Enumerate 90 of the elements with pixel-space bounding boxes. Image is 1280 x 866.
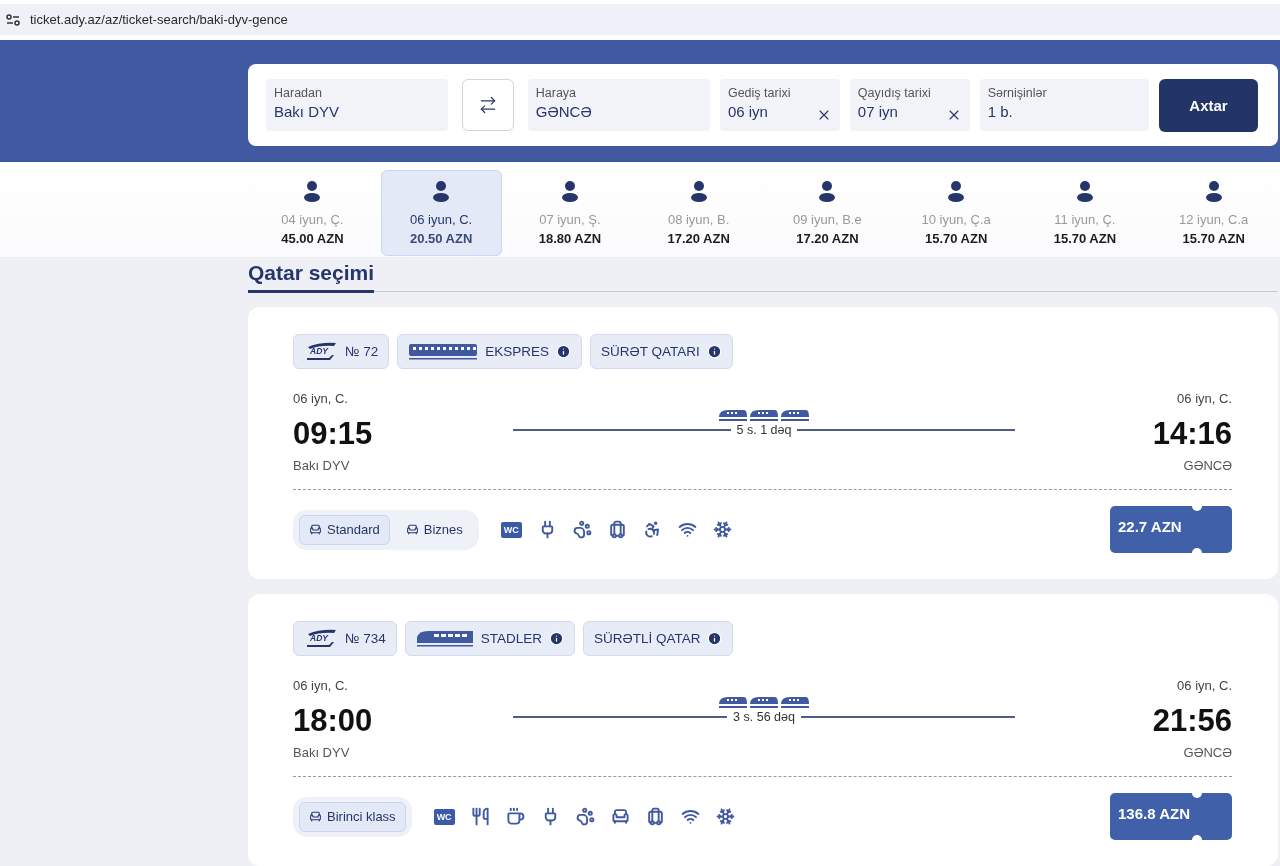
snowflake-icon (712, 520, 732, 539)
swap-button[interactable] (462, 79, 514, 131)
date-option[interactable]: 11 iyun, Ç. 15.70 AZN (1024, 170, 1146, 257)
departure-date: 06 iyn, C. (293, 678, 348, 693)
seat-icon (405, 523, 419, 536)
date-option[interactable]: 09 iyun, B.e 17.20 AZN (767, 170, 888, 257)
train-icon (719, 407, 809, 423)
arrival-station: GƏNCƏ (1183, 745, 1232, 760)
train-icon (415, 629, 474, 648)
info-icon[interactable] (549, 631, 565, 646)
date-option[interactable]: 08 iyun, B. 17.20 AZN (638, 170, 759, 257)
person-icon (561, 180, 578, 203)
duration-text: 3 s. 56 dəq (733, 710, 795, 724)
category-badge: SÜRƏTLİ QATAR (583, 621, 734, 656)
train-number-badge: ADY № 734 (293, 621, 397, 656)
paw-icon (572, 520, 592, 539)
luggage-icon (607, 520, 627, 539)
arrival-date: 06 iyn, C. (1177, 391, 1232, 406)
departure-time: 18:00 (293, 703, 373, 739)
departure-station: Bakı DYV (293, 745, 350, 760)
price-text: 18.80 AZN (538, 231, 602, 247)
price-text: 17.20 AZN (796, 231, 859, 247)
class-tab[interactable]: Biznes (395, 514, 473, 545)
wifi-icon (677, 520, 697, 539)
from-field[interactable]: Haradan Bakı DYV (266, 79, 449, 131)
info-icon[interactable] (556, 344, 572, 359)
train-type-badge: EKSPRES (397, 334, 583, 369)
date-option[interactable]: 10 iyun, Ç.a 15.70 AZN (895, 170, 1017, 257)
date-option[interactable]: 07 iyun, Ş. 18.80 AZN (509, 170, 631, 257)
departure-station: Bakı DYV (293, 458, 350, 473)
price-text: 17.20 AZN (667, 231, 730, 247)
train-number-badge: ADY № 72 (293, 334, 390, 369)
class-tab[interactable]: Birinci klass (299, 801, 406, 832)
arrival-time: 14:16 (1152, 416, 1232, 452)
wheelchair-icon (642, 520, 662, 539)
date-field[interactable]: Gediş tarixi 06 iyn (719, 79, 840, 131)
person-icon (690, 180, 707, 203)
train-icon (719, 694, 809, 710)
cup-icon (505, 807, 525, 826)
duration-text: 5 s. 1 dəq (736, 423, 792, 437)
arrival-station: GƏNCƏ (1183, 458, 1232, 473)
person-icon (948, 180, 965, 203)
date-text: 04 iyun, Ç. (281, 212, 344, 228)
date-option[interactable]: 06 iyun, C. 20.50 AZN (380, 170, 502, 257)
date-text: 12 iyun, C.a (1178, 212, 1249, 228)
price-text: 20.50 AZN (409, 231, 473, 247)
class-tab[interactable]: Standard (299, 514, 390, 545)
arrival-date: 06 iyn, C. (1177, 678, 1232, 693)
date-text: 07 iyun, Ş. (539, 212, 601, 228)
train-type-badge: STADLER (404, 621, 576, 656)
seat-icon (309, 810, 322, 823)
departure-time: 09:15 (293, 416, 373, 452)
luggage-icon (645, 807, 665, 826)
date-text: 09 iyun, B.e (793, 212, 862, 228)
info-icon[interactable] (706, 344, 722, 359)
category-badge: SÜRƏT QATARI (590, 334, 733, 369)
wifi-icon (680, 807, 700, 826)
passengers-field[interactable]: Sərnişinlər 1 b. (979, 79, 1149, 131)
url-text: ticket.ady.az/az/ticket-search/baki-dyv-gence (30, 12, 288, 27)
snowflake-icon (715, 807, 735, 826)
date-text: 08 iyun, B. (667, 212, 730, 228)
paw-icon (575, 807, 595, 826)
price-text: 45.00 AZN (281, 231, 344, 247)
seat-icon (610, 807, 630, 826)
date-text: 06 iyun, C. (410, 212, 473, 228)
cutlery-icon (470, 807, 490, 826)
price-text: 15.70 AZN (1182, 231, 1245, 247)
to-field[interactable]: Haraya GƏNCƏ (527, 79, 710, 131)
wc-icon: WC (500, 521, 522, 538)
date-field[interactable]: Qayıdış tarixi 07 iyn (849, 79, 970, 131)
date-text: 10 iyun, Ç.a (921, 212, 991, 228)
person-icon (1076, 180, 1093, 203)
seat-icon (309, 523, 322, 536)
person-icon (304, 180, 321, 203)
date-option[interactable]: 04 iyun, Ç. 45.00 AZN (252, 170, 373, 257)
train-car-icon (408, 342, 479, 361)
person-icon (433, 180, 450, 203)
person-icon (819, 180, 836, 203)
info-icon[interactable] (707, 631, 723, 646)
arrival-time: 21:56 (1152, 703, 1232, 739)
price-text: 15.70 AZN (924, 231, 988, 247)
section-title: Qatar seçimi (248, 261, 375, 293)
date-text: 11 iyun, Ç. (1054, 212, 1116, 228)
price-text: 15.70 AZN (1053, 231, 1117, 247)
date-option[interactable]: 12 iyun, C.a 15.70 AZN (1153, 170, 1274, 257)
departure-date: 06 iyn, C. (293, 391, 348, 406)
search-button[interactable]: Axtar (1158, 78, 1258, 132)
wc-icon: WC (433, 808, 455, 825)
person-icon (1205, 180, 1222, 203)
address-bar[interactable]: ticket.ady.az/az/ticket-search/baki-dyv-gence (0, 4, 1280, 35)
